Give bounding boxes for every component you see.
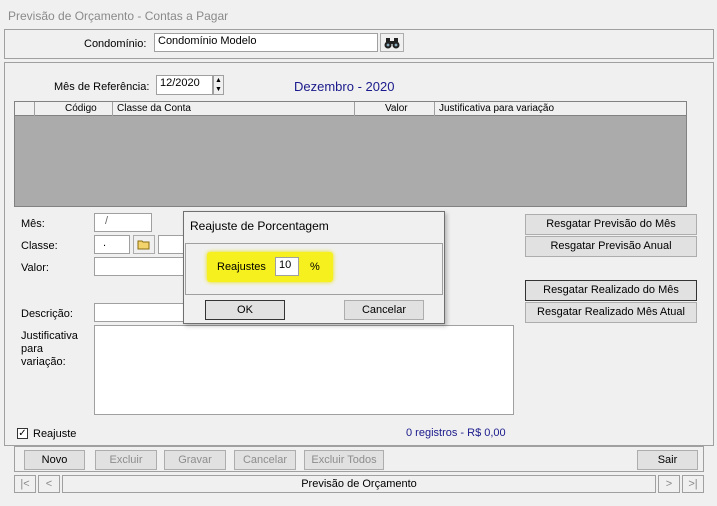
dialog-cancel-button[interactable]: Cancelar [344, 300, 424, 320]
valor-field[interactable] [94, 257, 188, 276]
reference-label: Mês de Referência: [54, 81, 150, 93]
mes-label: Mês: [21, 218, 45, 230]
descricao-label: Descrição: [21, 308, 73, 320]
dialog-title: Reajuste de Porcentagem [190, 219, 329, 233]
dialog-ok-button[interactable]: OK [205, 300, 285, 320]
reajuste-label: Reajuste [33, 428, 77, 440]
resgatar-realizado-mes-atual-button[interactable]: Resgatar Realizado Mês Atual [525, 302, 697, 323]
resgatar-previsao-mes-button[interactable]: Resgatar Previsão do Mês [525, 214, 697, 235]
gravar-button[interactable]: Gravar [164, 450, 226, 470]
justificativa-label-line2: para [21, 343, 44, 355]
condominio-field[interactable]: Condomínio Modelo [154, 33, 378, 52]
resgatar-previsao-anual-button[interactable]: Resgatar Previsão Anual [525, 236, 697, 257]
resgatar-realizado-mes-button[interactable]: Resgatar Realizado do Mês [525, 280, 697, 301]
grid-column-classe[interactable]: Classe da Conta [113, 102, 355, 116]
descricao-field[interactable] [94, 303, 188, 322]
reference-month-field[interactable]: 12/2020 [156, 75, 213, 95]
percent-unit: % [310, 261, 320, 273]
binoculars-icon[interactable] [380, 33, 404, 52]
reajuste-highlight: Reajustes 10 % [207, 252, 333, 282]
budget-grid[interactable]: Código Classe da Conta Valor Justificati… [14, 101, 687, 207]
novo-button[interactable]: Novo [24, 450, 85, 470]
title-bar: Previsão de Orçamento - Contas a Pagar [0, 0, 717, 30]
next-record-button[interactable]: > [658, 475, 680, 493]
reajustes-input[interactable]: 10 [275, 257, 299, 276]
excluir-button[interactable]: Excluir [95, 450, 157, 470]
justificativa-label-line1: Justificativa [21, 330, 78, 342]
classe-label: Classe: [21, 240, 58, 252]
grid-header: Código Classe da Conta Valor Justificati… [15, 102, 686, 116]
last-record-button[interactable]: >| [682, 475, 704, 493]
justificativa-label-line3: variação: [21, 356, 66, 368]
condominio-group: Condomínio: Condomínio Modelo [4, 29, 714, 59]
grid-column-codigo[interactable]: Código [35, 102, 113, 116]
reference-display: Dezembro - 2020 [294, 79, 395, 94]
reajustes-label: Reajustes [217, 261, 266, 273]
sair-button[interactable]: Sair [637, 450, 698, 470]
grid-column-justificativa[interactable]: Justificativa para variação [435, 102, 686, 116]
toolbar: Novo Excluir Gravar Cancelar Excluir Tod… [14, 446, 704, 472]
record-navigator: |< < Previsão de Orçamento > >| [14, 475, 704, 495]
justificativa-label: Justificativa para variação: [21, 330, 78, 369]
reajuste-checkbox[interactable]: ✓ [17, 428, 28, 439]
condominio-label: Condomínio: [84, 38, 147, 50]
first-record-button[interactable]: |< [14, 475, 36, 493]
prev-record-button[interactable]: < [38, 475, 60, 493]
grid-column-valor[interactable]: Valor [355, 102, 435, 116]
records-status: 0 registros - R$ 0,00 [406, 427, 506, 439]
navigator-label: Previsão de Orçamento [62, 475, 656, 493]
dialog-body: Reajustes 10 % [185, 243, 443, 295]
spin-up-icon[interactable]: ▲ [214, 76, 223, 85]
folder-icon[interactable] [133, 235, 155, 254]
mes-field[interactable]: / [94, 213, 152, 232]
cancelar-button[interactable]: Cancelar [234, 450, 296, 470]
excluir-todos-button[interactable]: Excluir Todos [304, 450, 384, 470]
grid-indicator-column [15, 102, 35, 116]
classe-code-field[interactable]: . [94, 235, 130, 254]
spin-down-icon[interactable]: ▼ [214, 85, 223, 94]
valor-label: Valor: [21, 262, 49, 274]
window-title: Previsão de Orçamento - Contas a Pagar [8, 9, 229, 23]
reajuste-dialog: Reajuste de Porcentagem Reajustes 10 % O… [183, 211, 445, 324]
month-spinner[interactable]: ▲ ▼ [213, 75, 224, 95]
justificativa-textarea[interactable] [94, 325, 514, 415]
